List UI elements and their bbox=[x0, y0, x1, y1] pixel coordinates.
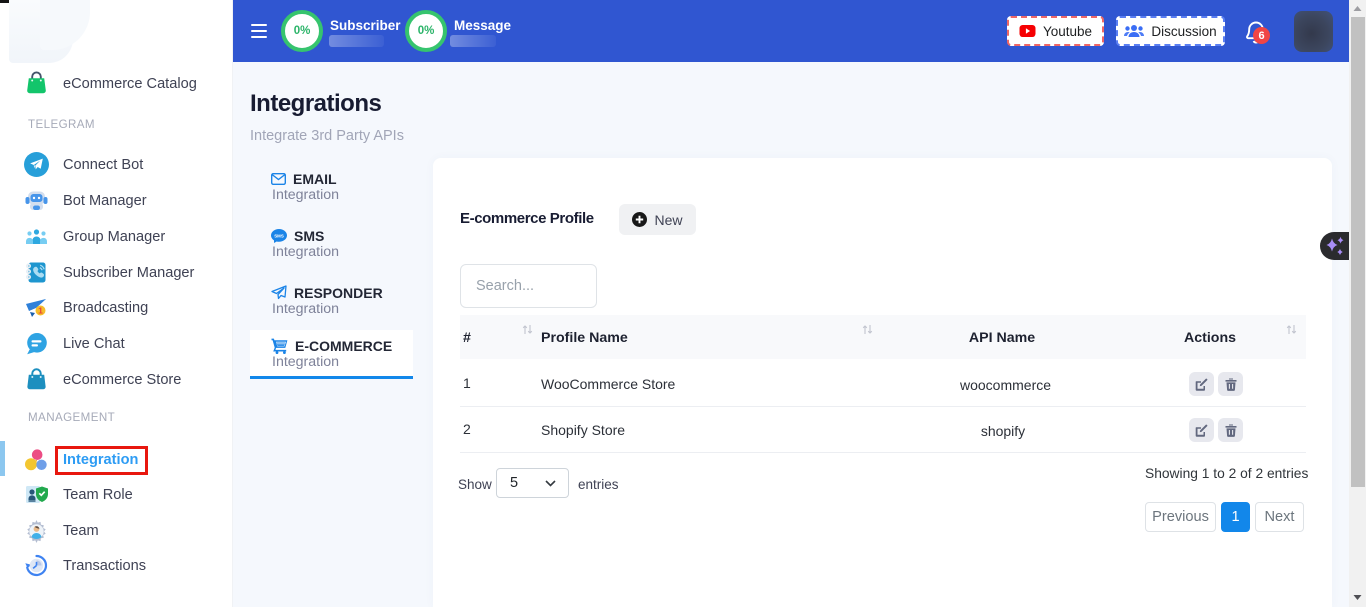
svg-text:SMS: SMS bbox=[274, 233, 284, 238]
svg-text:1: 1 bbox=[38, 306, 43, 316]
